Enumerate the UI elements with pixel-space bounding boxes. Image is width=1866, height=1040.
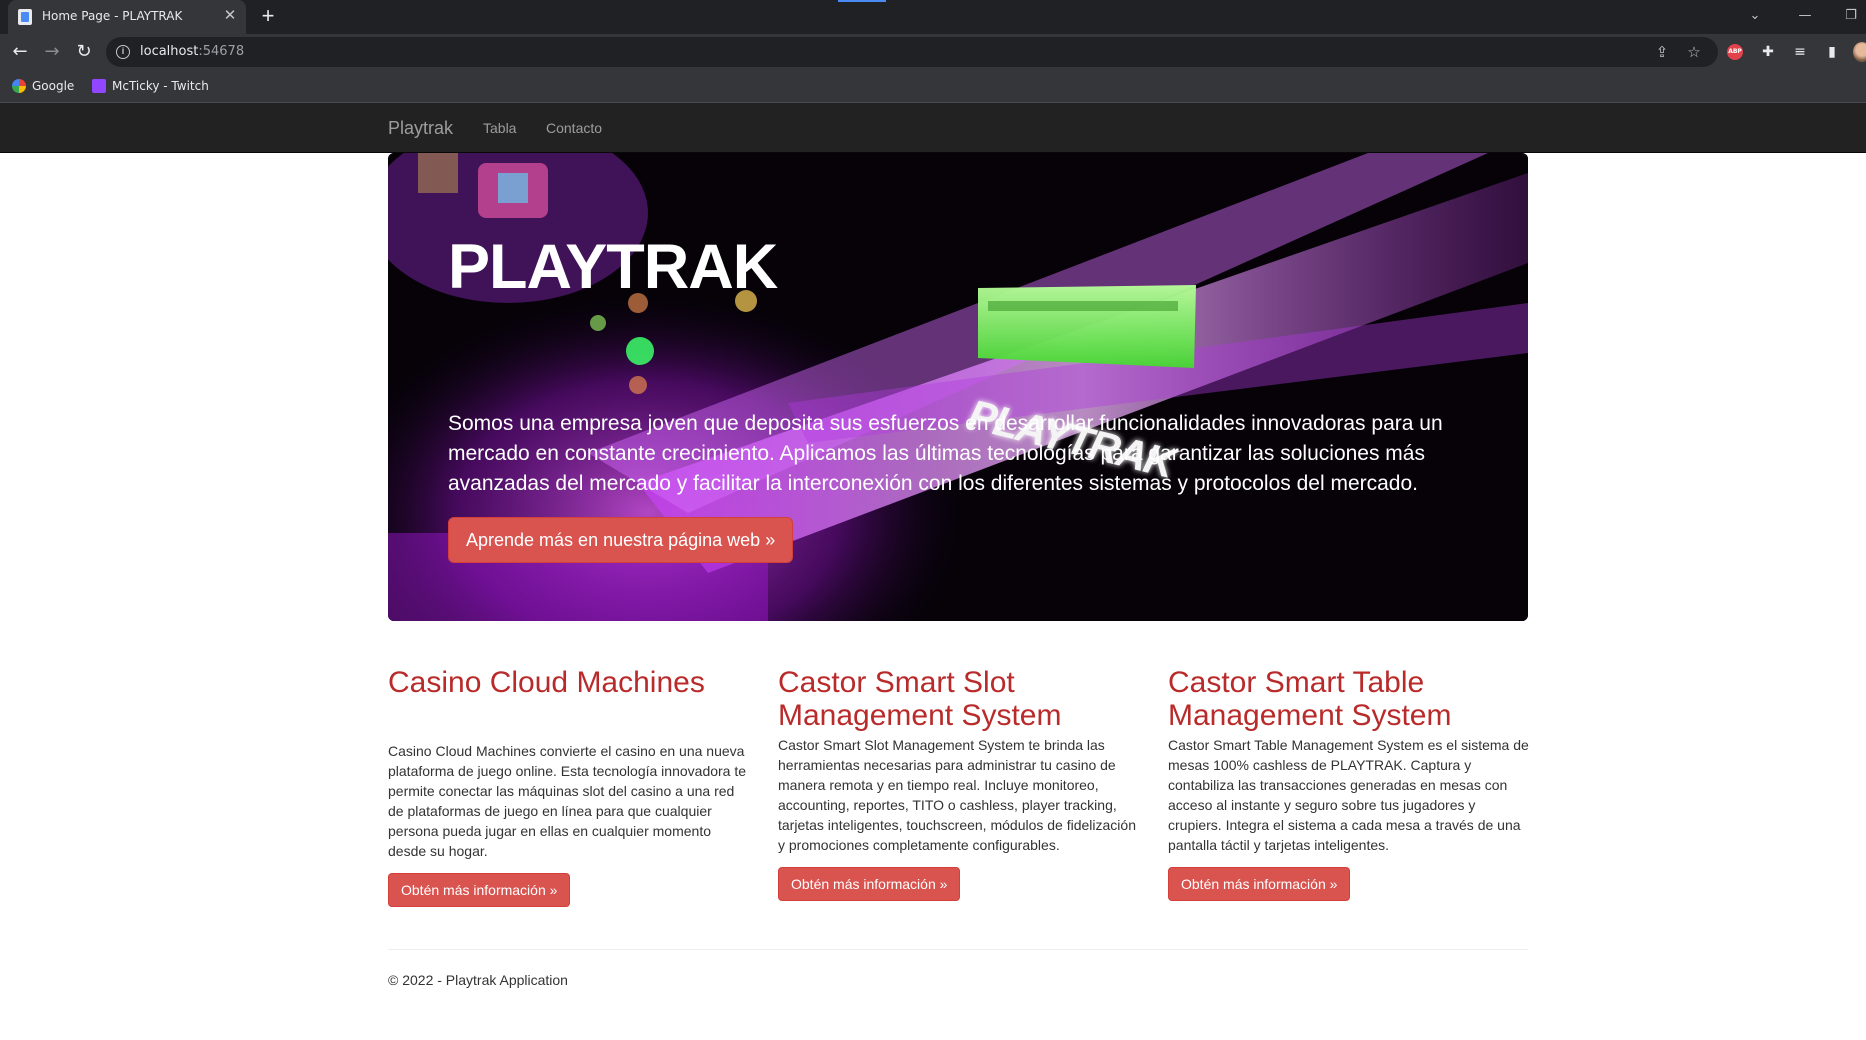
google-icon [12,79,26,93]
more-info-button[interactable]: Obtén más información » [1168,867,1351,901]
feature-title: Casino Cloud Machines [388,666,705,699]
adblock-icon[interactable]: ABP [1727,44,1743,60]
reload-icon[interactable]: ↻ [72,40,96,64]
feature-column-cloud: Casino Cloud Machines Casino Cloud Machi… [388,666,750,907]
page-favicon-icon [18,9,32,25]
close-tab-icon[interactable]: ✕ [220,6,240,26]
forward-icon[interactable]: → [40,40,64,64]
tab-search-icon[interactable]: ⌄ [1740,4,1770,28]
twitch-icon [92,79,106,93]
footer-divider [388,949,1528,950]
learn-more-button[interactable]: Aprende más en nuestra página web » [448,517,794,563]
back-icon[interactable]: ← [8,40,32,64]
feature-column-slot: Castor Smart Slot Management System Cast… [778,666,1140,901]
feature-title: Castor Smart Slot Management System [778,666,1062,732]
tab-title: Home Page - PLAYTRAK [42,9,183,23]
new-tab-icon[interactable]: + [256,5,280,29]
feature-text: Casino Cloud Machines convierte el casin… [388,743,747,859]
hero-lead: Somos una empresa joven que deposita sus… [448,412,1443,495]
browser-toolbar: ← → ↻ i localhost:54678 ⇪ ☆ ABP ✚ ≡ ▮ [0,34,1866,70]
feature-text: Castor Smart Table Management System es … [1168,737,1529,853]
url-port: :54678 [198,44,245,59]
hero-title: PLAYTRAK [448,232,778,302]
bookmark-star-icon[interactable]: ☆ [1684,42,1704,62]
url-host: localhost [140,44,199,59]
restore-icon[interactable]: ❐ [1836,4,1866,28]
bookmark-label: McTicky - Twitch [112,79,209,93]
nav-link-tabla[interactable]: Tabla [483,120,516,136]
reading-list-icon[interactable]: ≡ [1790,43,1810,61]
minimize-icon[interactable]: — [1790,4,1820,28]
more-info-button[interactable]: Obtén más información » [388,873,571,907]
bookmarks-bar: Google McTicky - Twitch [0,70,1866,103]
site-info-icon[interactable]: i [116,45,130,59]
site-navbar: Playtrak Tabla Contacto [0,103,1866,153]
hero-jumbotron: PLAYTRAK PLAYTRAK Somos una empresa jove… [388,153,1528,621]
feature-title: Castor Smart Table Management System [1168,666,1452,732]
side-panel-icon[interactable]: ▮ [1822,43,1842,61]
bookmark-label: Google [32,79,75,93]
profile-avatar[interactable] [1853,42,1866,62]
browser-tab[interactable]: Home Page - PLAYTRAK ✕ [8,0,246,34]
tab-drag-indicator [838,0,886,2]
feature-text: Castor Smart Slot Management System te b… [778,737,1136,853]
footer-copyright: © 2022 - Playtrak Application [388,972,568,988]
nav-link-contacto[interactable]: Contacto [546,120,602,136]
browser-tabstrip: Home Page - PLAYTRAK ✕ + ⌄ — ❐ [0,0,1866,34]
feature-column-table: Castor Smart Table Management System Cas… [1168,666,1530,901]
navbar-brand[interactable]: Playtrak [388,118,453,139]
more-info-button[interactable]: Obtén más información » [778,867,961,901]
bookmark-twitch[interactable]: McTicky - Twitch [92,77,209,95]
share-icon[interactable]: ⇪ [1652,42,1672,62]
url-text[interactable]: localhost:54678 [140,44,244,59]
address-bar[interactable]: i localhost:54678 ⇪ ☆ [106,37,1718,67]
bookmark-google[interactable]: Google [12,77,74,95]
extensions-puzzle-icon[interactable]: ✚ [1758,43,1778,61]
